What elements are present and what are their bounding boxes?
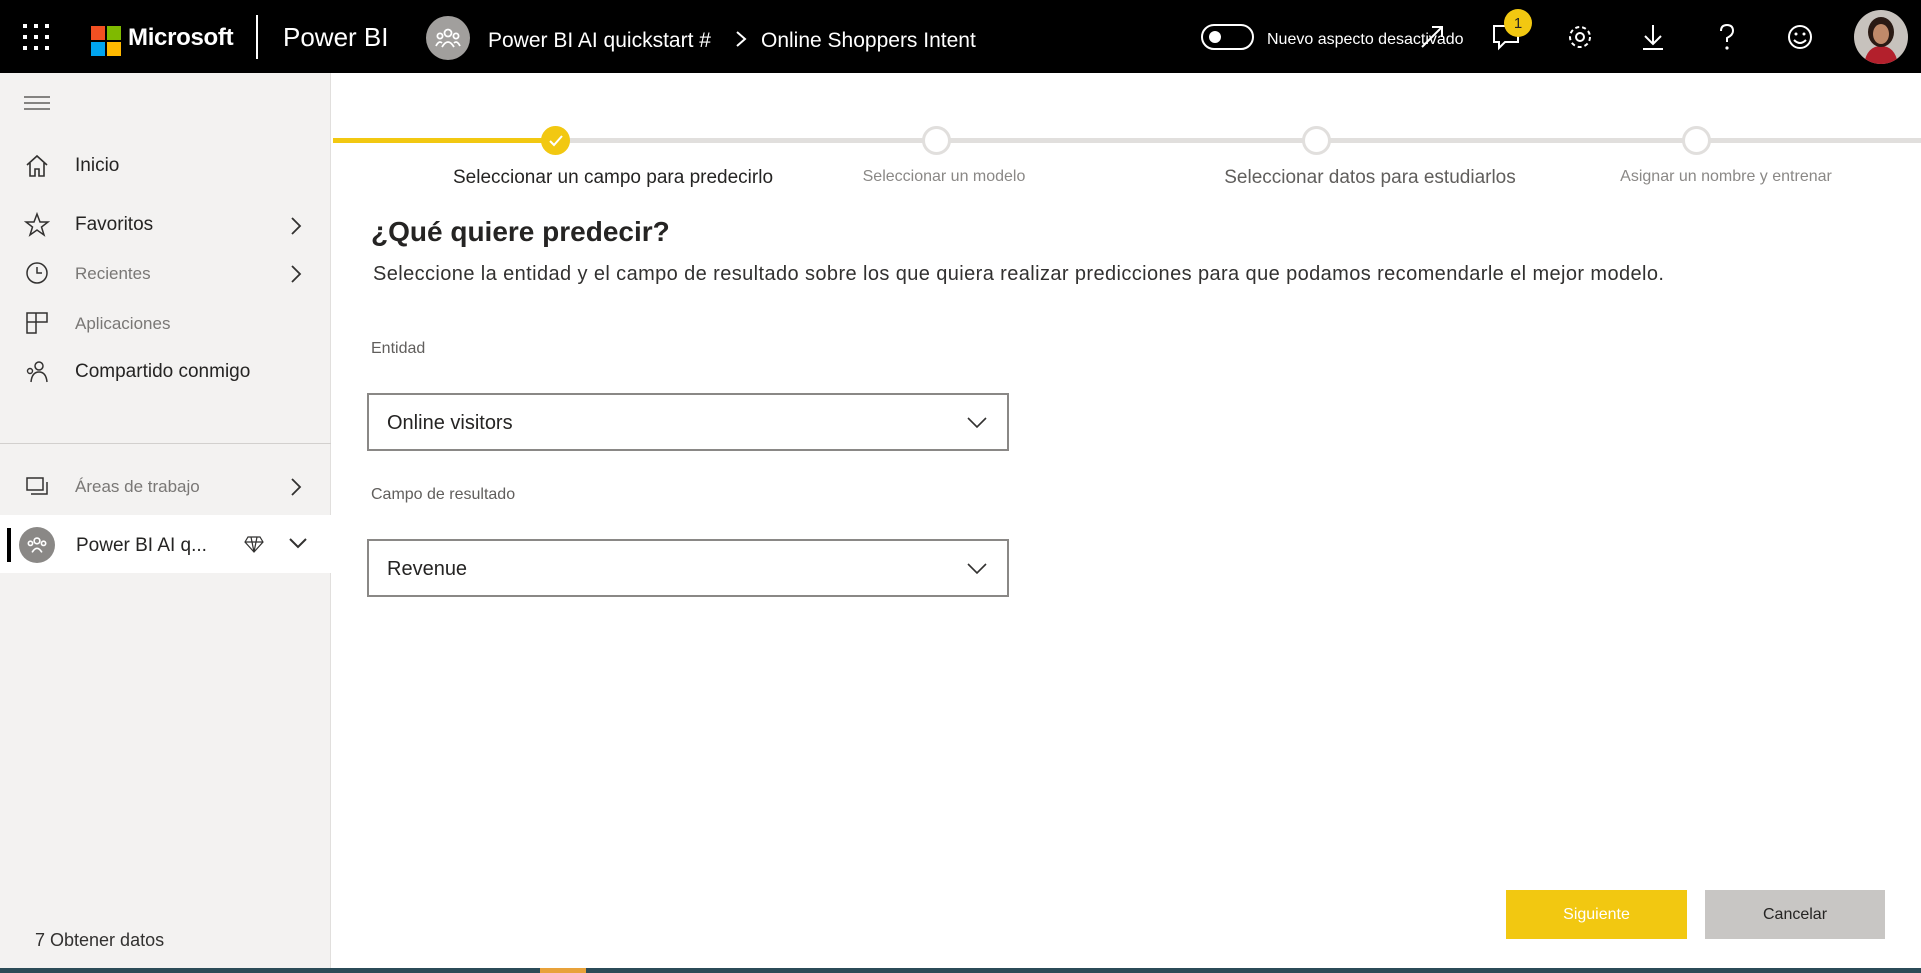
selection-indicator: [7, 528, 11, 562]
entity-label: Entidad: [371, 340, 426, 357]
shared-icon: [26, 361, 48, 383]
chevron-down-icon: [967, 563, 987, 575]
outcome-dropdown[interactable]: Revenue: [367, 539, 1009, 597]
step-4-label: Asignar un nombre y entrenar: [1620, 168, 1832, 185]
workspaces-icon: [26, 477, 48, 495]
nav-current-workspace[interactable]: Power BI AI q...: [0, 515, 331, 573]
download-icon[interactable]: [1635, 19, 1671, 55]
chevron-down-icon[interactable]: [288, 537, 308, 549]
expand-icon[interactable]: [1414, 19, 1450, 55]
bottom-strip-segment: [540, 968, 586, 973]
step-1-dot: [541, 126, 570, 155]
brand-name: Microsoft: [128, 24, 234, 51]
nav-shared-label: Compartido conmigo: [75, 361, 251, 382]
waffle-icon[interactable]: [22, 23, 50, 51]
left-nav: Inicio Favoritos Recientes Aplicaciones …: [0, 73, 331, 973]
step-4-dot: [1682, 126, 1711, 155]
feedback-icon[interactable]: [1782, 19, 1818, 55]
settings-icon[interactable]: [1562, 19, 1598, 55]
apps-icon: [26, 312, 48, 334]
entity-dropdown[interactable]: Online visitors: [367, 393, 1009, 451]
new-look-toggle[interactable]: [1201, 24, 1254, 50]
step-2-label: Seleccionar un modelo: [862, 168, 1026, 185]
step-2-dot: [922, 126, 951, 155]
microsoft-logo-icon: [91, 26, 121, 56]
clock-icon: [26, 262, 48, 284]
user-avatar[interactable]: [1854, 10, 1908, 64]
breadcrumb-chevron-icon: [736, 31, 747, 47]
notification-badge: 1: [1504, 9, 1532, 37]
chevron-down-icon: [967, 417, 987, 429]
help-icon[interactable]: [1709, 19, 1745, 55]
outcome-label: Campo de resultado: [371, 486, 516, 503]
page-title: ¿Qué quiere predecir?: [371, 216, 670, 247]
cancel-button[interactable]: Cancelar: [1705, 890, 1885, 939]
nav-workspaces[interactable]: Áreas de trabajo: [0, 461, 331, 511]
nav-recent[interactable]: Recientes: [0, 248, 331, 298]
current-workspace-label: Power BI AI q...: [76, 535, 207, 556]
nav-divider: [0, 443, 331, 444]
people-icon: [435, 28, 461, 48]
nav-recent-label: Recientes: [75, 264, 151, 283]
stepper-progress: [333, 138, 555, 143]
brand-divider: [256, 15, 258, 59]
toggle-knob: [1209, 31, 1221, 43]
step-3-dot: [1302, 126, 1331, 155]
checkmark-icon: [548, 134, 563, 146]
top-bar: Microsoft Power BI Power BI AI quickstar…: [0, 0, 1921, 73]
bottom-strip: [0, 968, 1921, 973]
hamburger-icon[interactable]: [24, 95, 50, 111]
nav-favorites[interactable]: Favoritos: [0, 200, 331, 250]
nav-home[interactable]: Inicio: [0, 141, 331, 191]
dataflow-breadcrumb[interactable]: Online Shoppers Intent: [761, 29, 976, 53]
entity-value: Online visitors: [387, 412, 513, 434]
star-icon: [24, 212, 50, 237]
nav-apps-label: Aplicaciones: [75, 314, 171, 333]
chevron-right-icon[interactable]: [290, 216, 302, 236]
nav-shared[interactable]: Compartido conmigo: [0, 347, 331, 397]
nav-home-label: Inicio: [75, 155, 120, 176]
app-name[interactable]: Power BI: [283, 22, 389, 53]
workspace-avatar[interactable]: [426, 16, 470, 60]
get-data-link[interactable]: 7 Obtener datos: [35, 930, 164, 951]
step-3-label: Seleccionar datos para estudiarlos: [1224, 167, 1516, 188]
premium-diamond-icon: [244, 536, 264, 553]
chevron-right-icon[interactable]: [290, 264, 302, 284]
chevron-right-icon[interactable]: [290, 477, 302, 497]
page-description: Seleccione la entidad y el campo de resu…: [373, 263, 1665, 285]
workspace-avatar: [19, 527, 55, 563]
next-button[interactable]: Siguiente: [1506, 890, 1687, 939]
nav-apps[interactable]: Aplicaciones: [0, 298, 331, 348]
nav-favorites-label: Favoritos: [75, 214, 154, 235]
step-1-label: Seleccionar un campo para predecirlo: [452, 167, 774, 188]
outcome-value: Revenue: [387, 558, 468, 580]
home-icon: [26, 154, 48, 177]
people-icon: [27, 537, 47, 553]
nav-workspaces-label: Áreas de trabajo: [75, 477, 200, 496]
workspace-breadcrumb[interactable]: Power BI AI quickstart #: [488, 29, 711, 53]
